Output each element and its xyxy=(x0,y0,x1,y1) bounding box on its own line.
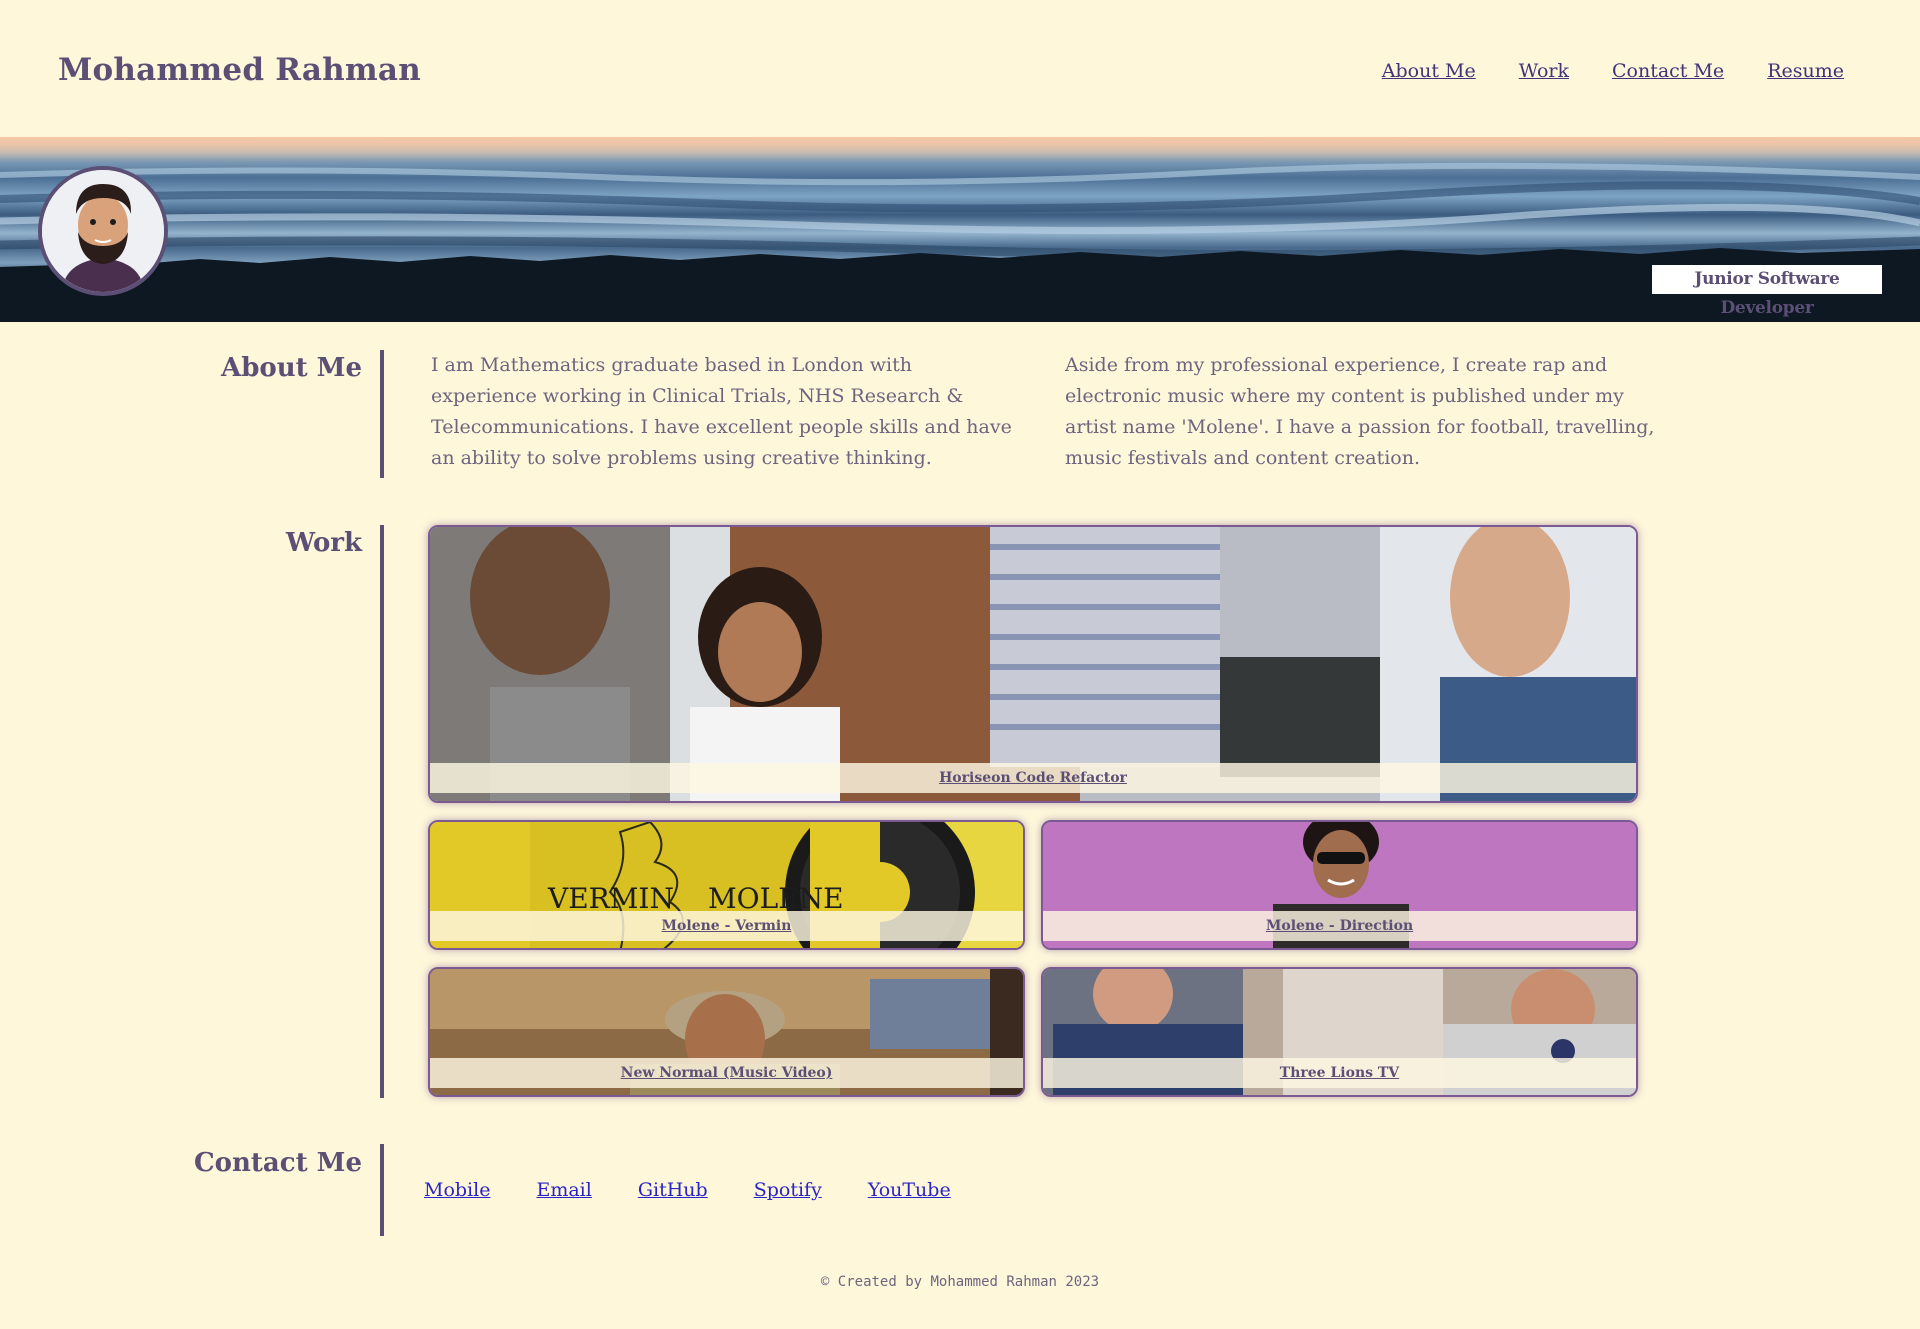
main-nav: About Me Work Contact Me Resume xyxy=(1382,60,1844,82)
avatar-icon xyxy=(42,170,164,292)
nav-link-contact-me[interactable]: Contact Me xyxy=(1612,60,1724,82)
avatar xyxy=(38,166,168,296)
project-title: New Normal (Music Video) xyxy=(430,1058,1023,1088)
hero-banner xyxy=(0,137,1920,322)
about-paragraph-2: Aside from my professional experience, I… xyxy=(1065,354,1655,469)
project-title: Three Lions TV xyxy=(1043,1058,1636,1088)
site-header: Mohammed Rahman About Me Work Contact Me… xyxy=(0,0,1920,137)
job-title-badge: Junior Software Developer xyxy=(1652,265,1882,318)
project-image-team-meeting xyxy=(430,527,1636,801)
contact-link-youtube[interactable]: YouTube xyxy=(868,1179,951,1201)
contact-links: Mobile Email GitHub Spotify YouTube xyxy=(424,1179,951,1201)
project-card-three-lions-tv[interactable]: Three Lions TV xyxy=(1041,967,1638,1097)
contact-divider xyxy=(380,1144,384,1236)
project-card-molene-vermin[interactable]: VERMIN MOLENE Molene - Vermin xyxy=(428,820,1025,950)
project-card-horiseon[interactable]: Horiseon Code Refactor xyxy=(428,525,1638,803)
contact-heading: Contact Me xyxy=(193,1148,362,1178)
about-divider xyxy=(380,350,384,478)
contact-link-github[interactable]: GitHub xyxy=(638,1179,708,1201)
project-card-new-normal[interactable]: New Normal (Music Video) xyxy=(428,967,1025,1097)
about-paragraph-1: I am Mathematics graduate based in Londo… xyxy=(431,354,1012,469)
nav-link-resume[interactable]: Resume xyxy=(1767,60,1844,82)
hero-sea-image xyxy=(0,137,1920,322)
contact-link-mobile[interactable]: Mobile xyxy=(424,1179,490,1201)
about-heading: About Me xyxy=(221,353,362,383)
nav-link-about-me[interactable]: About Me xyxy=(1382,60,1476,82)
contact-link-spotify[interactable]: Spotify xyxy=(754,1179,822,1201)
work-divider xyxy=(380,525,384,1098)
contact-link-email[interactable]: Email xyxy=(536,1179,591,1201)
project-title: Horiseon Code Refactor xyxy=(430,763,1636,793)
site-title: Mohammed Rahman xyxy=(58,52,421,88)
nav-link-work[interactable]: Work xyxy=(1519,60,1569,82)
project-title: Molene - Vermin xyxy=(430,911,1023,941)
footer: © Created by Mohammed Rahman 2023 xyxy=(820,1274,1100,1290)
project-title: Molene - Direction xyxy=(1043,911,1636,941)
project-card-molene-direction[interactable]: Molene - Direction xyxy=(1041,820,1638,950)
work-heading: Work xyxy=(285,528,362,558)
